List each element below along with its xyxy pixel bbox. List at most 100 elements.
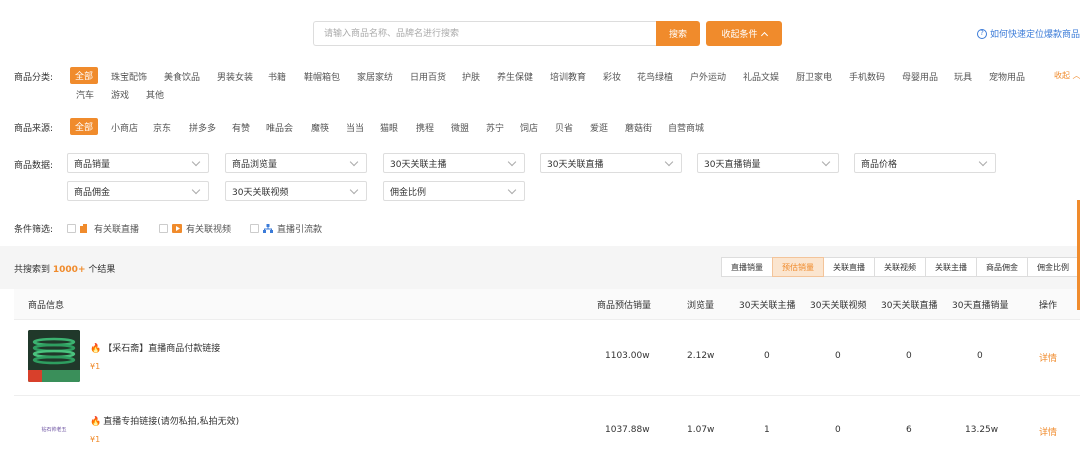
data-filter-select[interactable]: 佣金比例 xyxy=(383,181,525,201)
product-title-text: 【采石斋】直播商品付款链接 xyxy=(103,344,221,354)
category-chip[interactable]: 书籍 xyxy=(268,70,286,83)
select-value: 30天关联主播 xyxy=(390,159,447,170)
category-chip[interactable]: 游戏 xyxy=(111,88,129,101)
chevron-up-icon: ︿ xyxy=(1072,71,1080,80)
select-value: 30天关联直播 xyxy=(547,159,604,170)
category-chip[interactable]: 礼品文娱 xyxy=(743,70,779,83)
category-chip[interactable]: 全部 xyxy=(70,67,99,84)
help-link[interactable]: ? 如何快速定位爆款商品 xyxy=(977,27,1080,40)
category-chip[interactable]: 花鸟绿植 xyxy=(637,70,673,83)
source-chip[interactable]: 当当 xyxy=(346,121,364,134)
category-chip[interactable]: 汽车 xyxy=(76,88,94,101)
column-header: 商品信息 xyxy=(28,301,65,311)
category-collapse-link[interactable]: 收起 ︿ xyxy=(1054,70,1080,81)
source-chip[interactable]: 苏宁 xyxy=(486,121,504,134)
data-filter-select[interactable]: 30天关联视频 xyxy=(225,181,367,201)
source-chip[interactable]: 猫眼 xyxy=(380,121,398,134)
sort-tab[interactable]: 关联视频 xyxy=(874,257,926,277)
category-chip[interactable]: 彩妆 xyxy=(603,70,621,83)
check-video[interactable]: 有关联视频 xyxy=(159,222,231,235)
sort-tab[interactable]: 关联主播 xyxy=(925,257,977,277)
sort-tabs: 直播销量 预估销量 关联直播 关联视频 关联主播 商品佣金 佣金比例 xyxy=(721,257,1079,277)
source-chip[interactable]: 蘑菇街 xyxy=(625,121,652,134)
data-filter-select[interactable]: 商品浏览量 xyxy=(225,153,367,173)
category-collapse-label: 收起 xyxy=(1054,71,1070,80)
question-icon: ? xyxy=(977,28,987,39)
category-chip[interactable]: 手机数码 xyxy=(849,70,885,83)
cell-videos: 0 xyxy=(835,425,841,435)
data-filter-label: 商品数据: xyxy=(14,161,54,171)
category-chip[interactable]: 护肤 xyxy=(462,70,480,83)
sort-tab[interactable]: 直播销量 xyxy=(721,257,773,277)
category-chip[interactable]: 养生保健 xyxy=(497,70,533,83)
condition-label: 条件筛选: xyxy=(14,225,54,235)
category-chip[interactable]: 美食饮品 xyxy=(164,70,200,83)
data-filter-select[interactable]: 30天关联直播 xyxy=(540,153,682,173)
checkbox[interactable] xyxy=(67,224,76,233)
live-icon xyxy=(80,224,87,233)
select-value: 30天直播销量 xyxy=(704,159,761,170)
source-chip[interactable]: 拼多多 xyxy=(189,121,216,134)
search-button[interactable]: 搜索 xyxy=(656,21,700,46)
category-chip[interactable]: 珠宝配饰 xyxy=(111,70,147,83)
result-suffix: 个结果 xyxy=(88,265,116,275)
cell-anchors: 1 xyxy=(764,425,770,435)
data-filter-select[interactable]: 30天关联主播 xyxy=(383,153,525,173)
category-chip[interactable]: 母婴用品 xyxy=(902,70,938,83)
check-traffic[interactable]: 直播引流款 xyxy=(250,222,322,235)
category-chip[interactable]: 男装女装 xyxy=(217,70,253,83)
sort-tab[interactable]: 关联直播 xyxy=(823,257,875,277)
category-chip[interactable]: 厨卫家电 xyxy=(796,70,832,83)
category-chip[interactable]: 鞋帽箱包 xyxy=(304,70,340,83)
cell-live-sales: 0 xyxy=(977,351,983,361)
cell-lives: 6 xyxy=(906,425,912,435)
search-input[interactable] xyxy=(314,22,656,45)
category-chip[interactable]: 宠物用品 xyxy=(989,70,1025,83)
check-live[interactable]: 有关联直播 xyxy=(67,222,139,235)
product-title[interactable]: 🔥 【采石斋】直播商品付款链接 xyxy=(90,341,220,354)
source-chip[interactable]: 全部 xyxy=(70,118,99,135)
brand-logo: 钻石帅老五 xyxy=(41,426,67,433)
checkbox[interactable] xyxy=(159,224,168,233)
column-header: 30天关联直播 xyxy=(881,301,938,311)
source-chip[interactable]: 自营商城 xyxy=(668,121,704,134)
source-chip[interactable]: 贝省 xyxy=(555,121,573,134)
column-header: 浏览量 xyxy=(687,301,715,311)
checkbox[interactable] xyxy=(250,224,259,233)
category-chip[interactable]: 户外运动 xyxy=(690,70,726,83)
column-header: 操作 xyxy=(1039,301,1058,311)
sort-tab[interactable]: 商品佣金 xyxy=(976,257,1028,277)
source-chip[interactable]: 携程 xyxy=(416,121,434,134)
data-filter-select[interactable]: 商品佣金 xyxy=(67,181,209,201)
source-chip[interactable]: 有赞 xyxy=(232,121,250,134)
select-value: 商品价格 xyxy=(861,159,898,170)
sort-tab[interactable]: 预估销量 xyxy=(772,257,824,277)
select-value: 佣金比例 xyxy=(390,187,427,198)
divider xyxy=(14,319,1080,320)
category-chip[interactable]: 玩具 xyxy=(954,70,972,83)
product-thumbnail[interactable]: 钻石帅老五 xyxy=(28,410,80,448)
source-chip[interactable]: 京东 xyxy=(153,121,171,134)
category-chip[interactable]: 日用百货 xyxy=(410,70,446,83)
data-filter-select[interactable]: 商品价格 xyxy=(854,153,996,173)
source-chip[interactable]: 魔筷 xyxy=(311,121,329,134)
search-box[interactable] xyxy=(313,21,656,46)
source-chip[interactable]: 饲店 xyxy=(520,121,538,134)
data-filter-select[interactable]: 商品销量 xyxy=(67,153,209,173)
source-chip[interactable]: 小商店 xyxy=(111,121,138,134)
product-thumbnail[interactable] xyxy=(28,330,80,382)
source-chip[interactable]: 爱逛 xyxy=(590,121,608,134)
category-chip[interactable]: 培训教育 xyxy=(550,70,586,83)
product-title[interactable]: 🔥 直播专拍链接(请勿私拍,私拍无效) xyxy=(90,414,239,427)
check-live-label: 有关联直播 xyxy=(94,225,140,235)
detail-link[interactable]: 详情 xyxy=(1039,425,1057,438)
data-filter-select[interactable]: 30天直播销量 xyxy=(697,153,839,173)
sort-tab[interactable]: 佣金比例 xyxy=(1027,257,1079,277)
source-chip[interactable]: 微盟 xyxy=(451,121,469,134)
source-chip[interactable]: 唯品会 xyxy=(266,121,293,134)
category-chip[interactable]: 其他 xyxy=(146,88,164,101)
collapse-conditions-button[interactable]: 收起条件 xyxy=(706,21,782,46)
detail-link[interactable]: 详情 xyxy=(1039,351,1057,364)
category-chip[interactable]: 家居家纺 xyxy=(357,70,393,83)
column-header: 商品预估销量 xyxy=(597,301,652,311)
